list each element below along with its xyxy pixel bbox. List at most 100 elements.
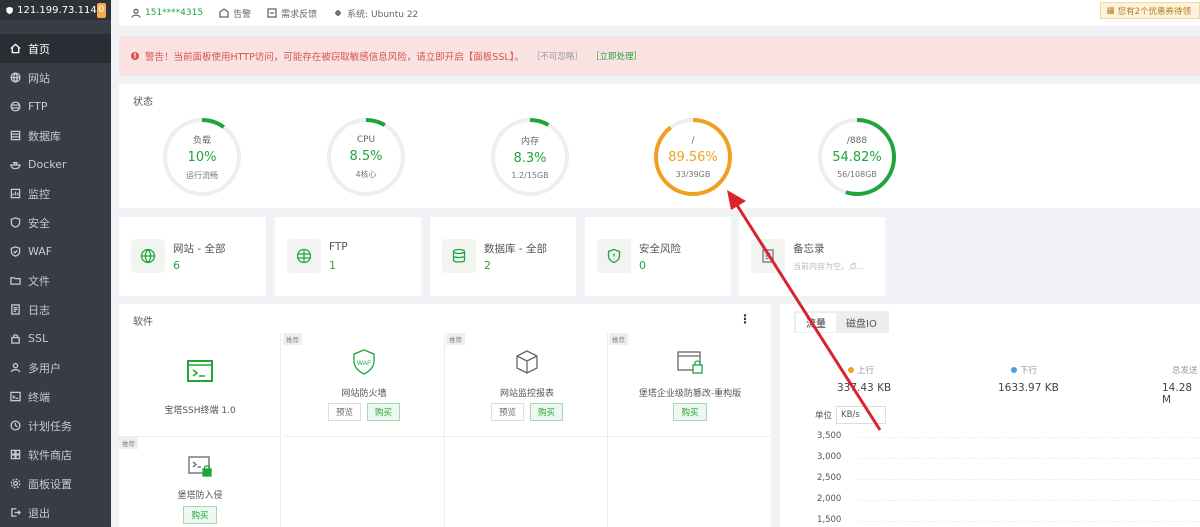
card-title: 备忘录 [793, 243, 825, 255]
top-bar: 151****4315 告警 需求反馈 系统: Ubuntu 22 ▦ 您有2个… [119, 0, 1200, 26]
y-tick: 2,000 [817, 494, 842, 504]
coupon-label: 您有2个优惠券待领 [1117, 6, 1191, 17]
sidebar-item-label: 文件 [28, 274, 50, 288]
buy-button[interactable]: 购买 [183, 506, 217, 524]
sidebar-item-database[interactable]: 数据库 [0, 121, 111, 150]
sidebar-item-docker[interactable]: Docker [0, 150, 111, 179]
gauge-label: / [691, 135, 695, 146]
sidebar-item-monitor[interactable]: 监控 [0, 179, 111, 208]
sidebar-item-label: WAF [28, 245, 53, 258]
warning-icon: ! [131, 52, 139, 60]
software-item-waf[interactable]: 推荐 WAF 网站防火墙 预览 购买 [283, 333, 445, 437]
sidebar-item-users[interactable]: 多用户 [0, 353, 111, 382]
gauge-value: 54.82% [832, 149, 882, 165]
sidebar-item-label: 安全 [28, 216, 50, 230]
sidebar-item-website[interactable]: 网站 [0, 63, 111, 92]
gauge-value: 10% [187, 150, 217, 165]
upload-dot-icon [848, 367, 854, 373]
sidebar-item-label: FTP [28, 100, 48, 113]
card-memo[interactable]: 备忘录 当前内容为空。点... [739, 217, 885, 296]
folder-icon [9, 275, 21, 287]
y-tick: 3,500 [817, 431, 842, 441]
monitor-icon [9, 188, 21, 200]
card-value[interactable]: 2 [484, 259, 491, 272]
sidebar-item-logs[interactable]: 日志 [0, 295, 111, 324]
traffic-panel: 流量 磁盘IO 上行 337.43 KB 下行 1633.97 KB 总发送 1… [780, 304, 1200, 527]
user-account[interactable]: 151****4315 [131, 8, 203, 18]
sidebar-item-cron[interactable]: 计划任务 [0, 411, 111, 440]
y-tick: 1,500 [817, 515, 842, 525]
software-item-anti-intrusion[interactable]: 推荐 堡塔防入侵 购买 [119, 437, 281, 527]
buy-button[interactable]: 购买 [367, 403, 401, 421]
globe-icon [9, 72, 21, 84]
sidebar-item-files[interactable]: 文件 [0, 266, 111, 295]
sidebar-item-home[interactable]: 首页 [0, 34, 111, 63]
download-value: 1633.97 KB [998, 382, 1059, 394]
sidebar-item-label: 终端 [28, 390, 50, 404]
preview-button[interactable]: 预览 [327, 403, 361, 421]
server-header: 121.199.73.114 0 [0, 0, 111, 20]
sidebar-item-waf[interactable]: WAF [0, 237, 111, 266]
gauge-disk-888[interactable]: /888 54.82% 56/108GB [816, 116, 898, 198]
tab-disk-io[interactable]: 磁盘IO [836, 313, 887, 332]
recommend-tag: 推荐 [119, 437, 138, 449]
buy-button[interactable]: 购买 [530, 403, 564, 421]
warning-handle-link[interactable]: ［立即处理］ [591, 50, 642, 62]
status-title: 状态 [133, 97, 153, 108]
terminal-icon [9, 391, 21, 403]
upload-value: 337.43 KB [837, 382, 892, 394]
software-item-tamper-proof[interactable]: 推荐 堡塔企业级防篡改-重构版 购买 [609, 333, 771, 437]
sidebar-item-settings[interactable]: 面板设置 [0, 469, 111, 498]
sidebar-item-ftp[interactable]: FTP [0, 92, 111, 121]
logout-icon [9, 507, 21, 519]
recommend-tag: 推荐 [609, 333, 628, 345]
warning-text: 警告！当前面板使用HTTP访问，可能存在被窃取敏感信息风险，请立即开启【面板SS… [145, 52, 524, 63]
legend-label: 总发送 [1172, 366, 1198, 376]
sidebar: 121.199.73.114 0 首页 网站 FTP 数据库 Docker 监控 [0, 0, 111, 527]
sidebar-item-label: 日志 [28, 303, 50, 317]
software-item-ssh[interactable]: 宝塔SSH终端 1.0 [119, 333, 281, 437]
sidebar-item-store[interactable]: 软件商店 [0, 440, 111, 469]
card-databases[interactable]: 数据库 - 全部 2 [430, 217, 576, 296]
gauge-sub: 56/108GB [837, 169, 877, 179]
alarm-link[interactable]: 告警 [219, 7, 251, 20]
card-security-risk[interactable]: 安全风险 0 [585, 217, 731, 296]
gauge-load[interactable]: 负载 10% 运行流畅 [161, 116, 243, 198]
card-value[interactable]: 0 [639, 259, 646, 272]
sidebar-item-security[interactable]: 安全 [0, 208, 111, 237]
coupon-promo[interactable]: ▦ 您有2个优惠券待领 [1099, 2, 1200, 19]
system-icon [335, 10, 342, 16]
card-websites[interactable]: 网站 - 全部 6 [119, 217, 266, 296]
card-value[interactable]: 6 [173, 259, 180, 272]
unit-select[interactable]: KB/s [836, 406, 887, 424]
grid-line [858, 500, 1200, 501]
user-phone[interactable]: 151****4315 [145, 8, 203, 18]
waf-icon [9, 246, 21, 258]
grid-line [858, 458, 1200, 459]
gauge-disk-root[interactable]: / 89.56% 33/39GB [652, 116, 734, 198]
notification-badge[interactable]: 0 [96, 2, 106, 18]
card-ftp[interactable]: FTP 1 [275, 217, 421, 296]
card-sub: 当前内容为空。点... [793, 262, 865, 271]
sidebar-menu: 首页 网站 FTP 数据库 Docker 监控 安全 WAF 文件 日志 SSL… [0, 20, 111, 527]
sidebar-item-label: Docker [28, 158, 67, 171]
terminal-lock-icon [185, 451, 215, 481]
card-title: 数据库 - 全部 [484, 243, 547, 255]
sidebar-item-ssl[interactable]: SSL [0, 324, 111, 353]
tab-traffic[interactable]: 流量 [796, 312, 836, 332]
gauge-cpu[interactable]: CPU 8.5% 4核心 [325, 116, 407, 198]
sidebar-item-terminal[interactable]: 终端 [0, 382, 111, 411]
buy-button[interactable]: 购买 [673, 403, 707, 421]
total-value: 14.28 M [1162, 382, 1193, 406]
memo-icon [751, 239, 785, 273]
ftp-icon [9, 101, 21, 113]
sidebar-item-logout[interactable]: 退出 [0, 498, 111, 527]
gauge-memory[interactable]: 内存 8.3% 1.2/15GB [489, 116, 571, 198]
more-icon[interactable]: ⋮ [739, 312, 751, 326]
software-item-site-monitor[interactable]: 推荐 网站监控报表 预览 购买 [446, 333, 608, 437]
feedback-link[interactable]: 需求反馈 [267, 7, 317, 20]
server-ip: 121.199.73.114 [17, 4, 97, 16]
preview-button[interactable]: 预览 [490, 403, 524, 421]
card-value[interactable]: 1 [329, 259, 336, 272]
user-icon [131, 8, 141, 18]
